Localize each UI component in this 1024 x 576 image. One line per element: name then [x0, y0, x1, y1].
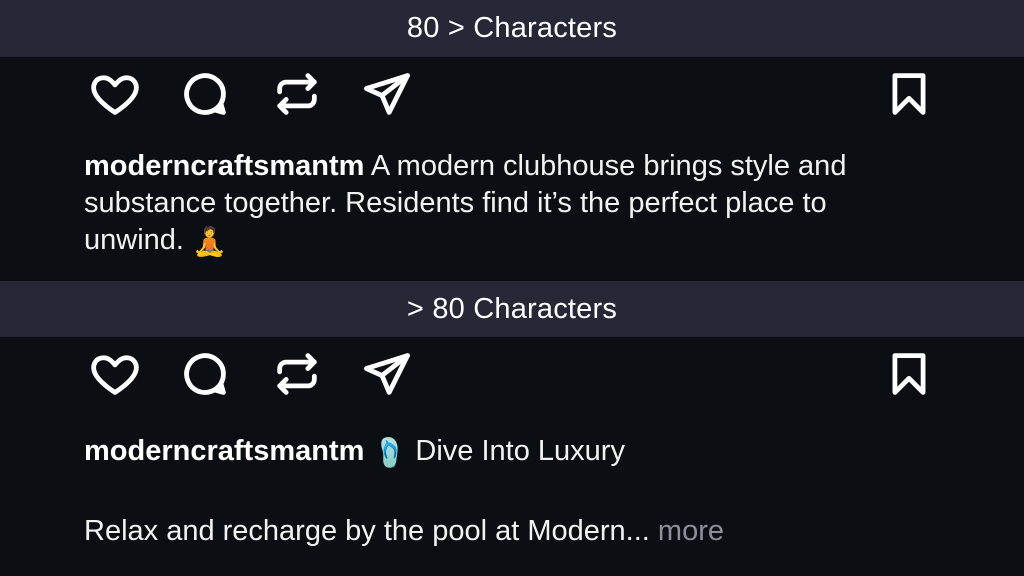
instagram-post-short-caption: moderncraftsmantm A modern clubhouse bri… — [0, 57, 1024, 281]
comment-icon[interactable] — [176, 65, 234, 123]
caption-title: Dive Into Luxury — [415, 435, 625, 467]
heart-icon[interactable] — [86, 65, 144, 123]
repost-icon[interactable] — [268, 345, 326, 403]
comparison-page: 80 > Characters moderncraftsmantm A mode… — [0, 0, 1024, 576]
post-caption-headline: moderncraftsmantm 🩴 Dive Into Luxury — [84, 433, 924, 470]
username[interactable]: moderncraftsmantm — [84, 150, 364, 182]
post-actions-bar — [0, 65, 1024, 125]
pool-slide-emoji-icon: 🩴 — [372, 436, 408, 469]
send-icon[interactable] — [358, 345, 416, 403]
more-link[interactable]: more — [658, 515, 724, 547]
section-banner-80-characters: 80 > Characters — [0, 0, 1024, 57]
post-actions-bar — [0, 345, 1024, 405]
bookmark-icon[interactable] — [880, 65, 938, 123]
username[interactable]: moderncraftsmantm — [84, 435, 364, 467]
comment-icon[interactable] — [176, 345, 234, 403]
repost-icon[interactable] — [268, 65, 326, 123]
heart-icon[interactable] — [86, 345, 144, 403]
bookmark-icon[interactable] — [880, 345, 938, 403]
meditation-emoji-icon: 🧘 — [192, 225, 227, 258]
post-caption-preview: Relax and recharge by the pool at Modern… — [84, 513, 944, 550]
post-caption: moderncraftsmantm A modern clubhouse bri… — [84, 148, 924, 259]
send-icon[interactable] — [358, 65, 416, 123]
caption-preview-text: Relax and recharge by the pool at Modern… — [84, 515, 650, 547]
section-banner-over-80-characters: > 80 Characters — [0, 281, 1024, 337]
instagram-post-long-caption: moderncraftsmantm 🩴 Dive Into Luxury Rel… — [0, 337, 1024, 576]
